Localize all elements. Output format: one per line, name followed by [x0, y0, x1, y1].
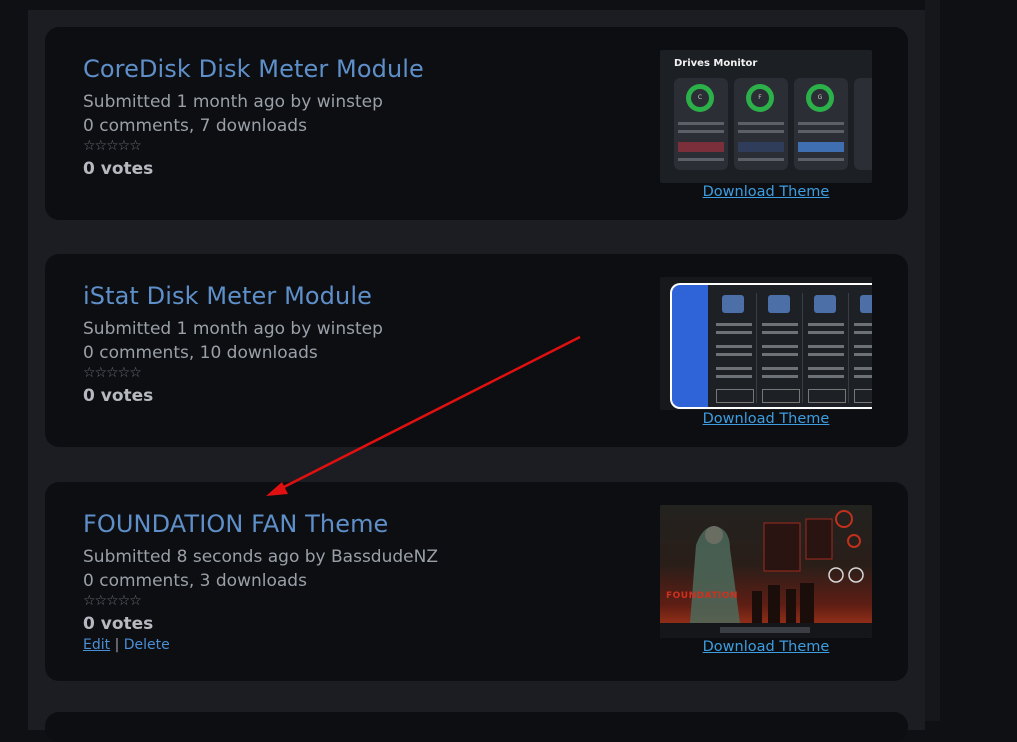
annotation-arrow	[266, 335, 581, 496]
